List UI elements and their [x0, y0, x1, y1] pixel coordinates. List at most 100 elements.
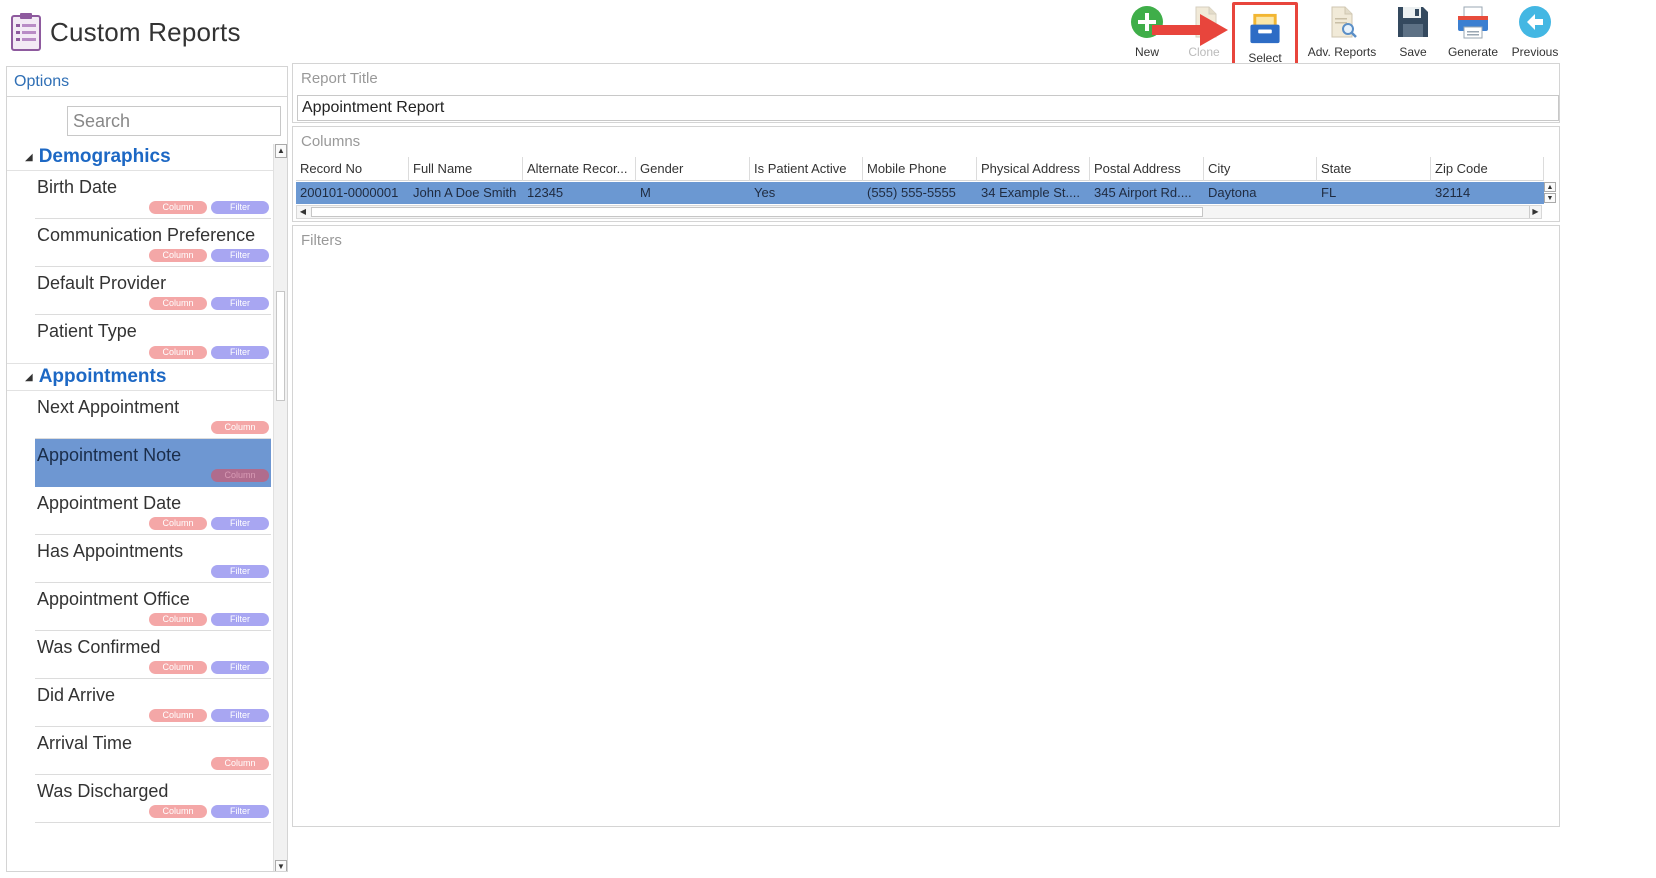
table-cell: 200101-0000001 [300, 185, 399, 200]
toolbar: New Clone Select Adv. Reports Save Gener… [0, 2, 1656, 68]
column-header[interactable]: Postal Address [1090, 157, 1204, 181]
collapse-triangle-icon[interactable]: ◢ [25, 152, 33, 163]
table-cell: M [640, 185, 651, 200]
collapse-triangle-icon[interactable]: ◢ [25, 372, 33, 383]
table-cell: John A Doe Smith [413, 185, 517, 200]
option-tags: Filter [211, 565, 269, 578]
scroll-thumb[interactable] [276, 291, 285, 401]
option-item-default-provider[interactable]: Default Provider Column Filter [35, 267, 271, 315]
column-tag[interactable]: Column [149, 805, 207, 818]
column-tag[interactable]: Column [149, 661, 207, 674]
option-item-has-appointments[interactable]: Has Appointments Filter [35, 535, 271, 583]
option-item-was-discharged[interactable]: Was Discharged Column Filter [35, 775, 271, 823]
filter-tag[interactable]: Filter [211, 346, 269, 359]
column-tag[interactable]: Column [211, 469, 269, 482]
options-header: Options [7, 67, 287, 97]
column-tag[interactable]: Column [149, 249, 207, 262]
column-header[interactable]: Mobile Phone [863, 157, 977, 181]
column-header[interactable]: Zip Code [1431, 157, 1544, 181]
option-item-appointment-note[interactable]: Appointment Note Column [35, 439, 271, 487]
scroll-down-arrow-icon[interactable]: ▼ [1544, 193, 1556, 203]
option-item-was-confirmed[interactable]: Was Confirmed Column Filter [35, 631, 271, 679]
option-name: Has Appointments [37, 541, 184, 561]
option-item-did-arrive[interactable]: Did Arrive Column Filter [35, 679, 271, 727]
column-header[interactable]: Physical Address [977, 157, 1090, 181]
column-header[interactable]: Is Patient Active [750, 157, 863, 181]
column-tag[interactable]: Column [149, 517, 207, 530]
scroll-right-arrow-icon[interactable]: ▶ [1529, 206, 1541, 218]
scroll-thumb[interactable] [311, 207, 1203, 217]
option-tags: Column Filter [149, 661, 269, 674]
columns-grid: Record No Full Name Alternate Recor... G… [296, 157, 1558, 219]
filters-panel: Filters [292, 225, 1560, 827]
report-title-input[interactable] [297, 95, 1559, 121]
option-name: Appointment Office [37, 589, 190, 609]
scroll-down-arrow-icon[interactable]: ▼ [275, 860, 287, 871]
option-name: Was Discharged [37, 781, 169, 801]
filter-tag[interactable]: Filter [211, 517, 269, 530]
option-name: Appointment Date [37, 493, 182, 513]
table-cell: FL [1321, 185, 1337, 200]
option-item-appointment-date[interactable]: Appointment Date Column Filter [35, 487, 271, 535]
table-cell: 34 Example St.... [981, 185, 1080, 200]
grid-vertical-scrollbar[interactable]: ▲ ▼ [1544, 182, 1558, 204]
column-tag[interactable]: Column [211, 757, 269, 770]
filter-tag[interactable]: Filter [211, 661, 269, 674]
filter-tag[interactable]: Filter [211, 709, 269, 722]
scroll-up-arrow-icon[interactable]: ▲ [1544, 182, 1556, 192]
column-tag[interactable]: Column [149, 297, 207, 310]
column-header[interactable]: Gender [636, 157, 750, 181]
option-item-communication-preference[interactable]: Communication Preference Column Filter [35, 219, 271, 267]
option-item-appointment-office[interactable]: Appointment Office Column Filter [35, 583, 271, 631]
column-tag[interactable]: Column [211, 421, 269, 434]
grid-header-row: Record No Full Name Alternate Recor... G… [296, 157, 1544, 181]
column-tag[interactable]: Column [149, 613, 207, 626]
select-button[interactable]: Select [1232, 2, 1298, 68]
option-item-arrival-time[interactable]: Arrival Time Column [35, 727, 271, 775]
option-item-patient-type[interactable]: Patient Type Column Filter [35, 315, 271, 363]
filter-tag[interactable]: Filter [211, 565, 269, 578]
filter-tag[interactable]: Filter [211, 805, 269, 818]
table-cell: Daytona [1208, 185, 1257, 200]
generate-button[interactable]: Generate [1444, 4, 1502, 62]
scroll-up-arrow-icon[interactable]: ▲ [275, 144, 287, 158]
option-tags: Column [211, 757, 269, 770]
option-name: Arrival Time [37, 733, 133, 753]
filters-label: Filters [301, 232, 342, 249]
option-item-next-appointment[interactable]: Next Appointment Column [35, 391, 271, 439]
column-tag[interactable]: Column [149, 346, 207, 359]
previous-button[interactable]: Previous [1510, 4, 1560, 62]
group-header-appointments[interactable]: ◢ Appointments [7, 364, 273, 390]
option-tags: Column [211, 421, 269, 434]
group-header-demographics[interactable]: ◢ Demographics [7, 144, 273, 170]
save-button[interactable]: Save [1392, 4, 1434, 62]
group-name: Demographics [38, 146, 171, 167]
column-tag[interactable]: Column [149, 201, 207, 214]
filter-tag[interactable]: Filter [211, 297, 269, 310]
scroll-left-arrow-icon[interactable]: ◀ [297, 206, 309, 218]
adv-reports-button-label: Adv. Reports [1307, 45, 1377, 59]
adv-reports-button[interactable]: Adv. Reports [1304, 4, 1380, 62]
options-scrollbar[interactable]: ▲ ▼ [273, 144, 287, 871]
printer-icon [1458, 6, 1488, 39]
column-header[interactable]: City [1204, 157, 1317, 181]
column-header[interactable]: State [1317, 157, 1431, 181]
filter-tag[interactable]: Filter [211, 613, 269, 626]
column-header[interactable]: Record No [296, 157, 409, 181]
option-tags: Column Filter [149, 613, 269, 626]
grid-horizontal-scrollbar[interactable]: ◀ ▶ [296, 205, 1542, 219]
column-tag[interactable]: Column [149, 709, 207, 722]
search-input[interactable] [67, 106, 281, 136]
filter-tag[interactable]: Filter [211, 249, 269, 262]
column-header[interactable]: Full Name [409, 157, 523, 181]
option-item-birth-date[interactable]: Birth Date Column Filter [35, 171, 271, 219]
filter-tag[interactable]: Filter [211, 201, 269, 214]
table-row[interactable]: 200101-0000001 John A Doe Smith 12345 M … [296, 182, 1544, 204]
annotation-arrow-icon [1152, 14, 1228, 46]
save-button-label: Save [1399, 45, 1427, 59]
option-name: Patient Type [37, 321, 137, 341]
options-list: ◢ Demographics Birth Date Column Filter … [7, 144, 273, 871]
search-wrap [7, 97, 287, 145]
column-header[interactable]: Alternate Recor... [523, 157, 636, 181]
report-title-label: Report Title [301, 70, 378, 87]
